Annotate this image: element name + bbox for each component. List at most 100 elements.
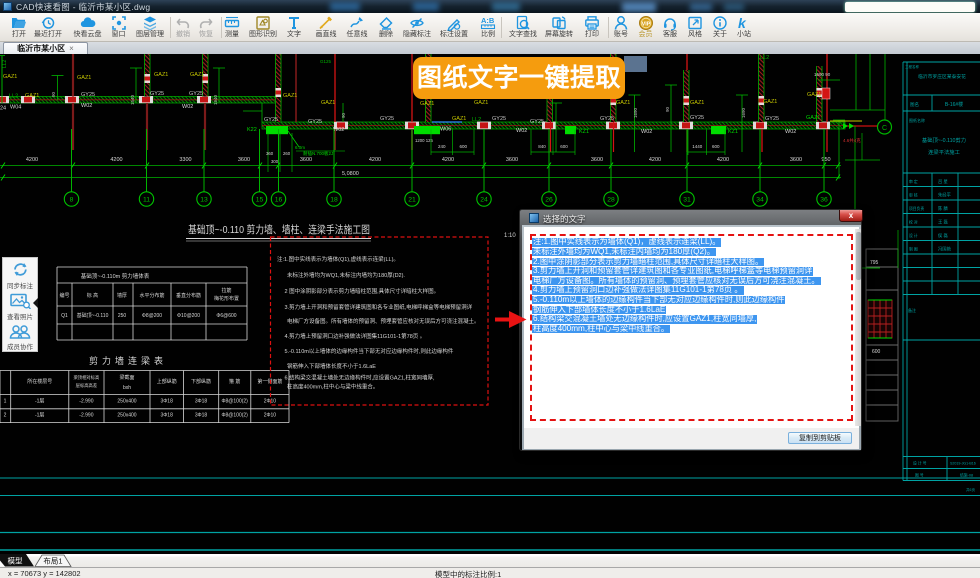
- svg-text:18: 18: [330, 197, 338, 204]
- svg-text:1540: 1540: [213, 94, 218, 105]
- svg-text:图 号: 图 号: [915, 473, 924, 478]
- svg-text:3600: 3600: [506, 157, 518, 163]
- svg-text:梁截面: 梁截面: [119, 374, 134, 381]
- svg-text:36: 36: [820, 197, 828, 204]
- svg-text:795: 795: [870, 260, 879, 266]
- svg-text:GY25: GY25: [530, 119, 544, 125]
- svg-text:GAZ1: GAZ1: [154, 72, 168, 78]
- svg-text:W02: W02: [81, 103, 92, 109]
- svg-text:备注: 备注: [908, 307, 916, 313]
- svg-text:Φ8@100(2): Φ8@100(2): [222, 413, 249, 419]
- svg-text:950: 950: [821, 157, 830, 163]
- svg-text:布局1: 布局1: [43, 556, 62, 566]
- svg-text:上部纵筋: 上部纵筋: [157, 378, 177, 385]
- svg-text:1690: 1690: [633, 107, 638, 118]
- svg-text:31: 31: [683, 197, 691, 204]
- svg-text:Φ8@200: Φ8@200: [142, 313, 162, 319]
- svg-text:GAZ1: GAZ1: [420, 101, 434, 107]
- svg-text:剪力墙连梁表: 剪力墙连梁表: [89, 355, 167, 366]
- svg-text:1440: 1440: [692, 144, 703, 149]
- svg-text:Φ10@200: Φ10@200: [177, 313, 200, 319]
- svg-text:钢筋伸入下部墙体长度不小于1.6LaE: 钢筋伸入下部墙体长度不小于1.6LaE: [287, 362, 376, 370]
- svg-text:1540: 1540: [130, 94, 135, 105]
- svg-text:设 计: 设 计: [909, 233, 918, 238]
- svg-text:-2.990: -2.990: [79, 413, 93, 419]
- svg-text:4200: 4200: [442, 157, 454, 163]
- svg-text:2Φ10: 2Φ10: [264, 413, 277, 419]
- svg-text:临沂市罗庄区某泰安花: 临沂市罗庄区某泰安花: [918, 73, 966, 80]
- svg-text:3600: 3600: [238, 157, 250, 163]
- svg-text:2 图中涂阴影部分表示剪力墙暗柱范围,具体尺寸详暗柱大样图。: 2 图中涂阴影部分表示剪力墙暗柱范围,具体尺寸详暗柱大样图。: [285, 287, 440, 295]
- svg-text:GAZ1: GAZ1: [25, 93, 39, 99]
- svg-text:GAZ1: GAZ1: [77, 75, 91, 81]
- svg-text:4200: 4200: [110, 157, 122, 163]
- svg-text:G125: G125: [320, 59, 332, 64]
- svg-text:GAZ1: GAZ1: [616, 100, 630, 106]
- svg-text:S2019-JG1-B16: S2019-JG1-B16: [950, 462, 976, 466]
- svg-text:图名: 图名: [910, 101, 919, 108]
- svg-text:下部纵筋: 下部纵筋: [191, 378, 211, 385]
- svg-text:3Φ18: 3Φ18: [195, 399, 208, 405]
- svg-text:GAZ1: GAZ1: [321, 100, 335, 106]
- svg-text:审 定: 审 定: [909, 179, 918, 184]
- svg-text:KZ1: KZ1: [579, 129, 589, 135]
- svg-text:600: 600: [560, 144, 568, 149]
- svg-text:-1层: -1层: [35, 413, 44, 419]
- svg-text:W02: W02: [333, 127, 344, 133]
- svg-text:GY25: GY25: [189, 91, 203, 97]
- svg-text:GY25: GY25: [765, 116, 779, 122]
- svg-text:LL2: LL2: [9, 94, 18, 100]
- svg-text:GY25: GY25: [380, 116, 394, 122]
- svg-text:W02: W02: [516, 128, 527, 134]
- svg-text:GAZ1: GAZ1: [806, 115, 820, 121]
- svg-text:4200: 4200: [717, 157, 729, 163]
- svg-text:4200: 4200: [649, 157, 661, 163]
- svg-text:基础顶~-0.110m 剪力墙体表: 基础顶~-0.110m 剪力墙体表: [81, 272, 150, 280]
- svg-text:Φ8@100(2): Φ8@100(2): [222, 399, 249, 405]
- svg-text:1690: 1690: [741, 107, 746, 118]
- svg-text:3Φ18: 3Φ18: [161, 413, 174, 419]
- svg-text:模型: 模型: [8, 556, 23, 566]
- svg-text:3Φ18: 3Φ18: [195, 413, 208, 419]
- svg-text:W04: W04: [10, 105, 21, 111]
- svg-text:1690 90: 1690 90: [814, 72, 831, 77]
- svg-text:冯国艳: 冯国艳: [938, 246, 952, 253]
- svg-text:编号: 编号: [59, 292, 69, 299]
- svg-text:GAZ1: GAZ1: [3, 74, 17, 80]
- svg-text:垂直分布筋: 垂直分布筋: [176, 292, 201, 299]
- svg-text:GAZ1: GAZ1: [763, 99, 777, 105]
- svg-text:13: 13: [200, 197, 208, 204]
- svg-text:W06: W06: [440, 127, 451, 133]
- svg-text:K22: K22: [247, 127, 257, 133]
- svg-text:所在楼层号: 所在楼层号: [27, 378, 52, 385]
- svg-text:360: 360: [266, 151, 274, 156]
- svg-text:90: 90: [665, 106, 670, 112]
- svg-text:6.结构梁交混凝土墙处无边缘构件时,应设置GAZ1,柱宽同墙: 6.结构梁交混凝土墙处无边缘构件时,应设置GAZ1,柱宽同墙厚,: [285, 374, 436, 382]
- svg-text:3.剪力墙上开洞和预留套管详建筑图和各专业图纸,电梯呼梯盒等: 3.剪力墙上开洞和预留套管详建筑图和各专业图纸,电梯呼梯盒等电梯预留洞详: [285, 303, 473, 311]
- svg-text:结施-08: 结施-08: [960, 473, 973, 478]
- svg-text:250: 250: [118, 313, 127, 319]
- svg-text:设 计 号: 设 计 号: [913, 461, 927, 466]
- svg-text:LL2: LL2: [760, 55, 769, 61]
- svg-text:24: 24: [480, 197, 488, 204]
- svg-text:26: 26: [545, 197, 553, 204]
- svg-text:未标注外墙均为WQ1,未标注内墙均为180厚(D2).: 未标注外墙均为WQ1,未标注内墙均为180厚(D2).: [287, 271, 405, 279]
- svg-text:A:B: A:B: [481, 16, 495, 25]
- svg-text:校 对: 校 对: [909, 220, 918, 225]
- svg-text:W02: W02: [182, 104, 193, 110]
- svg-text:24: 24: [0, 106, 6, 112]
- svg-text:3600: 3600: [591, 157, 603, 163]
- svg-text:260: 260: [283, 151, 291, 156]
- svg-text:15: 15: [256, 197, 264, 204]
- svg-text:8: 8: [70, 197, 74, 204]
- svg-text:W02: W02: [785, 129, 796, 135]
- svg-text:bxh: bxh: [123, 385, 131, 391]
- svg-text:11: 11: [143, 197, 150, 204]
- svg-text:水平分布筋: 水平分布筋: [139, 292, 164, 299]
- svg-text:240: 240: [438, 144, 446, 149]
- svg-text:5,0800: 5,0800: [342, 171, 359, 177]
- svg-text:共6页: 共6页: [966, 487, 975, 492]
- svg-text:LL2: LL2: [472, 117, 481, 123]
- svg-text:Φ6@600: Φ6@600: [216, 313, 236, 319]
- svg-text:审 核: 审 核: [909, 193, 918, 198]
